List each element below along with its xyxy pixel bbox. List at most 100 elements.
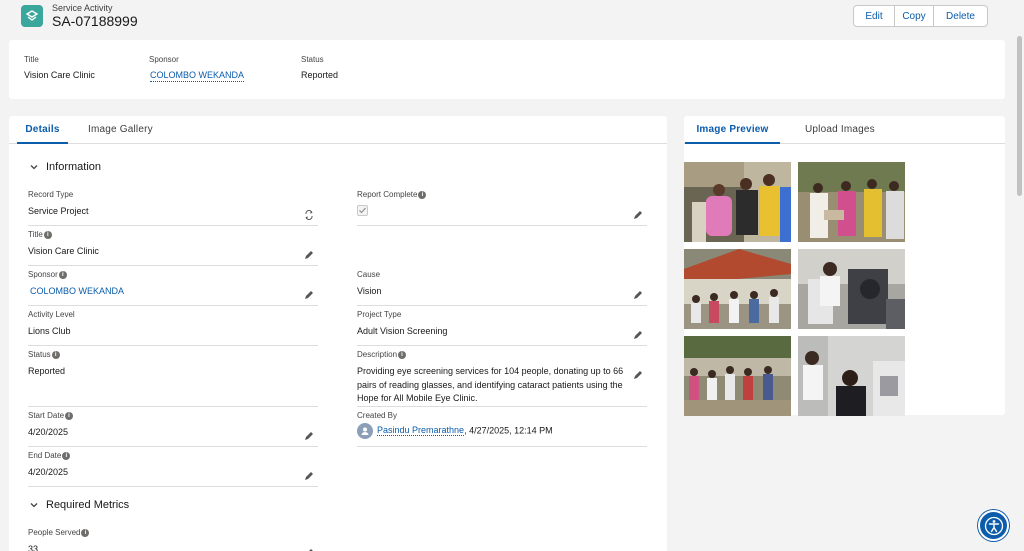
gallery-photo[interactable] [684,249,791,329]
field-value: 4/20/2025 [28,427,69,437]
delete-button[interactable]: Delete [934,5,988,27]
field-label-text: Start Date [28,411,65,420]
field-label: Title i [28,230,318,239]
field-value: Adult Vision Screening [357,326,448,336]
record-type-label: Service Activity [52,3,113,13]
field-label: People Served i [28,528,318,537]
tab-image-preview[interactable]: Image Preview [685,116,780,144]
field-value: Pasindu Premarathne, 4/27/2025, 12:14 PM [357,423,647,439]
field-label: Start Date i [28,411,318,420]
field-sponsor: Sponsor i COLOMBO WEKANDA [28,270,318,306]
field-value: Providing eye screening services for 104… [357,366,624,403]
section-title: Required Metrics [46,499,130,511]
tab-upload-images[interactable]: Upload Images [805,116,875,144]
info-icon[interactable]: i [58,270,67,279]
info-icon[interactable]: i [51,350,60,359]
pencil-icon[interactable] [633,210,643,220]
pencil-icon[interactable] [304,290,314,300]
field-label: Report Complete i [357,190,647,199]
sponsor-field-link[interactable]: COLOMBO WEKANDA [30,285,318,299]
pencil-icon[interactable] [633,330,643,340]
change-record-type-icon[interactable] [304,210,314,220]
field-label-text: Title [28,230,43,239]
field-label: Status i [28,350,318,359]
field-label: Description i [357,350,647,359]
service-activity-icon [21,5,43,27]
field-label-text: Sponsor [28,270,58,279]
pencil-icon[interactable] [633,290,643,300]
field-report-complete: Report Complete i [357,190,647,226]
field-title: Title i Vision Care Clinic [28,230,318,266]
chevron-down-icon [30,165,38,170]
copy-button[interactable]: Copy [895,5,934,27]
image-card: Image Preview Upload Images [684,116,1005,416]
field-status: Status i Reported [28,350,318,407]
edit-button[interactable]: Edit [853,5,895,27]
scrollbar-thumb[interactable] [1017,36,1022,196]
section-information[interactable]: Information [28,161,101,173]
field-label-text: People Served [28,528,81,537]
highlight-status: Status Reported [301,55,338,80]
field-value: Vision [357,286,382,296]
pencil-icon[interactable] [304,250,314,260]
tab-image-gallery[interactable]: Image Gallery [88,116,153,144]
created-by-user-link[interactable]: Pasindu Premarathne [377,425,465,437]
info-icon[interactable]: i [398,350,407,359]
field-label-text: Report Complete [357,190,418,199]
field-value: Vision Care Clinic [28,246,99,256]
field-created-by: Created By Pasindu Premarathne, 4/27/202… [357,411,647,447]
gallery-photo[interactable] [798,162,905,242]
gallery-photo[interactable] [684,162,791,242]
field-start-date: Start Date i 4/20/2025 [28,411,318,447]
highlight-label: Title [24,55,39,64]
field-record-type: Record Type Service Project [28,190,318,226]
highlight-label: Status [301,55,324,64]
action-buttons: Edit Copy Delete [853,5,988,27]
image-tabs: Image Preview Upload Images [684,116,1005,144]
pencil-icon[interactable] [633,370,643,380]
created-timestamp: , 4/27/2025, 12:14 PM [464,425,553,436]
field-label: Activity Level [28,310,75,319]
field-cause: Cause Vision [357,270,647,306]
field-value: 33 [28,544,39,551]
pencil-icon[interactable] [304,431,314,441]
field-description: Description i Providing eye screening ser… [357,350,647,407]
field-label: End Date i [28,451,318,460]
detail-tabs: Details Image Gallery [9,116,667,144]
field-label: Cause [357,270,381,279]
field-value: Reported [28,366,66,376]
gallery-photo[interactable] [684,336,791,416]
field-value: 4/20/2025 [28,467,69,477]
gallery-photo[interactable] [798,336,905,416]
accessibility-button[interactable] [978,510,1009,541]
accessibility-icon [984,516,1003,535]
section-title: Information [46,161,102,173]
highlight-value: Vision Care Clinic [24,70,95,80]
section-required-metrics[interactable]: Required Metrics [28,499,129,511]
sponsor-link[interactable]: COLOMBO WEKANDA [150,70,245,82]
details-card: Details Image Gallery Information Record… [9,116,667,551]
field-value: Service Project [28,206,89,216]
field-label: Created By [357,411,398,420]
field-project-type: Project Type Adult Vision Screening [357,310,647,346]
avatar [357,423,373,439]
tab-details[interactable]: Details [17,116,68,144]
field-label: Record Type [28,190,74,199]
info-icon[interactable]: i [81,528,90,537]
pencil-icon[interactable] [304,471,314,481]
record-number: SA-07188999 [52,13,138,29]
highlights-panel: Title Vision Care Clinic Sponsor COLOMBO… [9,40,1005,99]
report-complete-checkbox [357,205,368,216]
field-value: Lions Club [28,326,71,336]
info-icon[interactable]: i [62,451,71,460]
info-icon[interactable]: i [65,411,74,420]
field-value [357,205,647,221]
info-icon[interactable]: i [43,230,52,239]
field-label-text: Status [28,350,51,359]
highlight-title: Title Vision Care Clinic [24,55,95,80]
field-label: Sponsor i [28,270,318,279]
field-label-text: Description [357,350,398,359]
field-label-text: End Date [28,451,62,460]
gallery-photo[interactable] [798,249,905,329]
info-icon[interactable]: i [418,190,427,199]
